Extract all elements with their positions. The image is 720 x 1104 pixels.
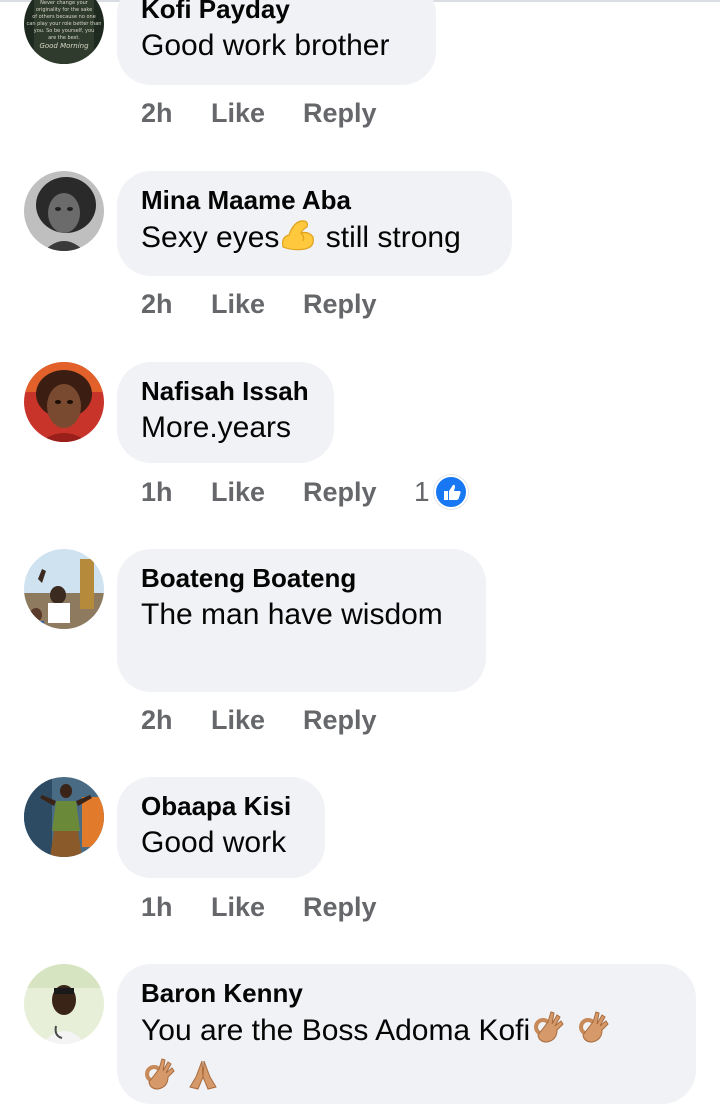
comment-text: Good work brother — [141, 29, 390, 62]
reply-button[interactable]: Reply — [303, 95, 377, 131]
avatar-photo — [24, 171, 104, 251]
comment-text: Good work — [141, 826, 287, 859]
reaction-count: 1 — [414, 476, 430, 507]
avatar-quote-line: are the best. — [48, 35, 80, 41]
flexed-biceps-icon — [279, 217, 317, 264]
avatar-quote-line: of others because no one — [32, 14, 96, 20]
avatar[interactable]: Never change your originality for the sa… — [24, 0, 104, 64]
reply-button[interactable]: Reply — [303, 474, 377, 510]
comment-text-line — [141, 1057, 672, 1104]
comment-bubble[interactable]: Boateng Boateng The man have wisdom — [117, 549, 486, 692]
comment-author[interactable]: Boateng Boateng — [141, 561, 462, 595]
avatar-quote-line: originality for the sake — [36, 7, 92, 13]
comment-text: The man have wisdom — [141, 598, 443, 631]
avatar-photo — [24, 964, 104, 1044]
like-button[interactable]: Like — [211, 474, 265, 510]
comment-bubble[interactable]: Mina Maame Aba Sexy eyes still strong — [117, 171, 512, 276]
comment-text: More.years — [141, 411, 292, 444]
comment-text: Sexy eyes still strong — [141, 217, 488, 264]
comment-bubble[interactable]: Baron Kenny You are the Boss Adoma Kofi — [117, 964, 696, 1104]
reply-button[interactable]: Reply — [303, 889, 377, 925]
avatar-quote-image: Never change your originality for the sa… — [24, 0, 104, 64]
reply-button[interactable]: Reply — [303, 702, 377, 738]
comment-bubble[interactable]: Nafisah Issah More.years — [117, 362, 334, 463]
avatar-photo — [24, 777, 104, 857]
comment-author[interactable]: Obaapa Kisi — [141, 789, 301, 823]
like-button[interactable]: Like — [211, 889, 265, 925]
avatar-quote-line: can play your role better than — [27, 21, 102, 27]
comment-time[interactable]: 2h — [141, 702, 173, 738]
comment-text-part: Sexy eyes — [141, 221, 280, 254]
ok-hand-icon — [530, 1010, 566, 1057]
reply-button[interactable]: Reply — [303, 286, 377, 322]
reaction-summary[interactable]: 1 — [414, 474, 468, 510]
thumbs-up-icon — [433, 475, 468, 509]
like-button[interactable]: Like — [211, 95, 265, 131]
comment-text-part: still strong — [317, 221, 461, 254]
like-button[interactable]: Like — [211, 286, 265, 322]
avatar[interactable] — [24, 171, 104, 251]
avatar[interactable] — [24, 777, 104, 857]
comment-time[interactable]: 1h — [141, 889, 173, 925]
ok-hand-icon — [141, 1057, 177, 1104]
avatar-photo — [24, 362, 104, 442]
ok-hand-icon — [575, 1010, 611, 1057]
avatar-quote-line: Never change your — [40, 0, 89, 6]
comment-text-part: You are the Boss Adoma Kofi — [141, 1014, 531, 1047]
comment-time[interactable]: 2h — [141, 286, 173, 322]
like-button[interactable]: Like — [211, 702, 265, 738]
avatar[interactable] — [24, 964, 104, 1044]
comment-author[interactable]: Nafisah Issah — [141, 374, 310, 408]
avatar-photo — [24, 549, 104, 629]
comment-time[interactable]: 1h — [141, 474, 173, 510]
comment-bubble[interactable]: Kofi Payday Good work brother — [117, 0, 436, 85]
comment-author[interactable]: Mina Maame Aba — [141, 183, 488, 217]
comment-bubble[interactable]: Obaapa Kisi Good work — [117, 777, 325, 878]
avatar[interactable] — [24, 549, 104, 629]
avatar-quote-line: you. So be yourself, you — [34, 28, 94, 34]
avatar-quote-line: Good Morning — [39, 42, 89, 50]
folded-hands-icon — [185, 1057, 221, 1104]
comment-author[interactable]: Kofi Payday — [141, 0, 412, 26]
comment-time[interactable]: 2h — [141, 95, 173, 131]
avatar[interactable] — [24, 362, 104, 442]
comment-author[interactable]: Baron Kenny — [141, 976, 672, 1010]
comment-text: You are the Boss Adoma Kofi — [141, 1010, 672, 1057]
